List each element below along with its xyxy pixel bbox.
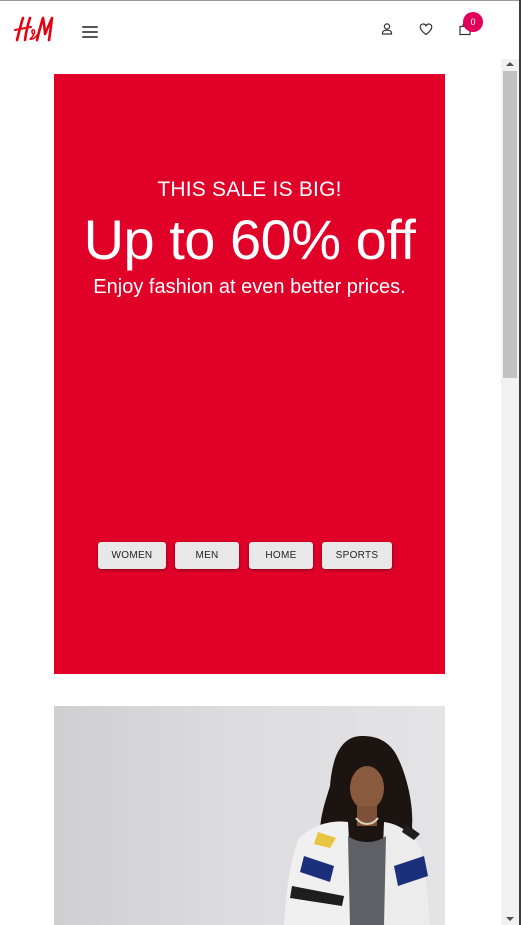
promo-image-banner[interactable] [54, 706, 445, 925]
heart-icon[interactable] [418, 21, 434, 37]
page-scrollbar[interactable] [501, 59, 519, 925]
browser-viewport: 0 THIS SALE IS BIG! Up to 60% off Enjoy … [0, 0, 521, 925]
cart-count-badge[interactable]: 0 [463, 12, 483, 32]
scroll-thumb[interactable] [503, 71, 517, 378]
women-category-button[interactable]: WOMEN [98, 542, 166, 569]
hm-logo[interactable] [12, 14, 54, 44]
sale-subtext: Enjoy fashion at even better prices. [93, 276, 406, 298]
home-category-button[interactable]: HOME [249, 542, 313, 569]
sale-eyebrow-text: THIS SALE IS BIG! [157, 178, 342, 201]
scroll-down-arrow-icon[interactable] [506, 917, 514, 921]
hamburger-menu-icon[interactable] [80, 24, 100, 40]
site-header: 0 [0, 1, 501, 59]
scroll-up-arrow-icon[interactable] [506, 62, 514, 66]
menu-line [82, 36, 98, 38]
sports-category-button[interactable]: SPORTS [322, 542, 392, 569]
menu-line [82, 26, 98, 28]
menu-line [82, 31, 98, 33]
model-photo [284, 736, 430, 925]
men-category-button[interactable]: MEN [175, 542, 239, 569]
sale-hero-banner[interactable]: THIS SALE IS BIG! Up to 60% off Enjoy fa… [54, 74, 445, 674]
account-icon[interactable] [379, 21, 395, 37]
sale-headline: Up to 60% off [83, 208, 416, 271]
